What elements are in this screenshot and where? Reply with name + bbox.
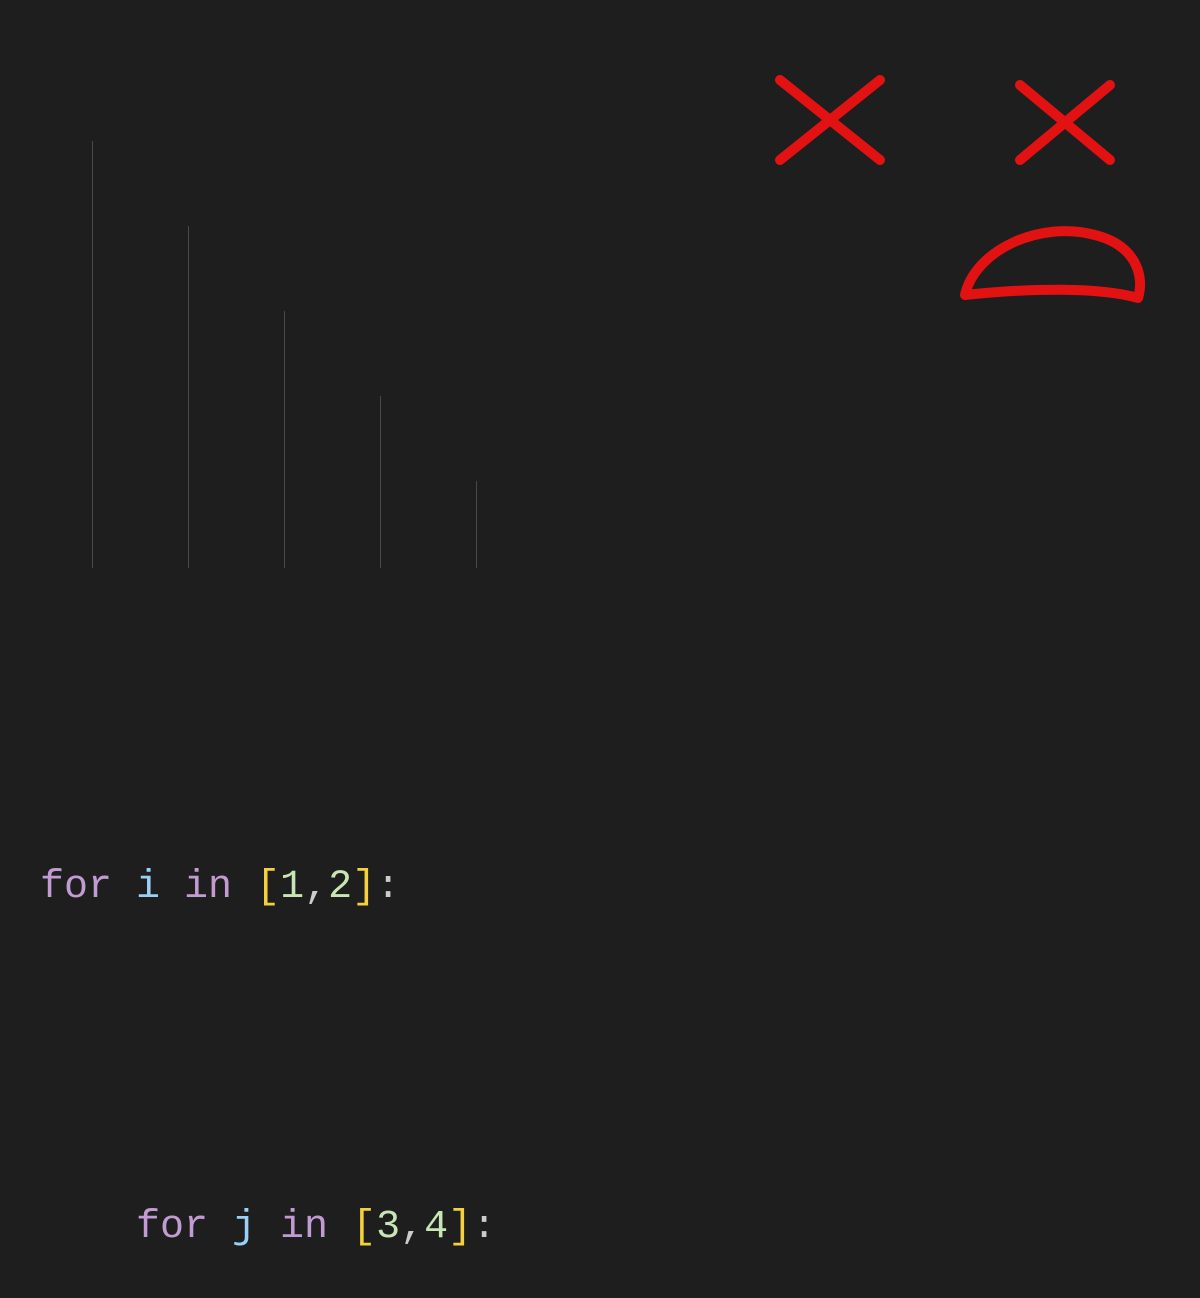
indent-guide-3 (284, 311, 285, 568)
indent-guide-1 (92, 141, 93, 568)
keyword-in: in (160, 865, 256, 910)
indent-guide-5 (476, 481, 477, 568)
keyword-for: for (136, 1205, 232, 1250)
code-line-2: for j in [3,4]: (40, 1185, 904, 1270)
number: 4 (424, 1205, 448, 1250)
colon: : (376, 865, 400, 910)
bracket-open: [ (352, 1205, 376, 1250)
number: 3 (376, 1205, 400, 1250)
indent-guide-2 (188, 226, 189, 568)
keyword-for: for (40, 865, 136, 910)
number: 1 (280, 865, 304, 910)
code-line-1: for i in [1,2]: (40, 845, 904, 930)
comma: , (400, 1205, 424, 1250)
comma: , (304, 865, 328, 910)
code-editor: for i in [1,2]: for j in [3,4]: for k in… (40, 80, 904, 1298)
bracket-close: ] (448, 1205, 472, 1250)
colon: : (472, 1205, 496, 1250)
number: 2 (328, 865, 352, 910)
indent (40, 1205, 136, 1250)
bracket-close: ] (352, 865, 376, 910)
indent-guide-4 (380, 396, 381, 568)
variable-i: i (136, 865, 160, 910)
keyword-in: in (256, 1205, 352, 1250)
variable-j: j (232, 1205, 256, 1250)
bracket-open: [ (256, 865, 280, 910)
